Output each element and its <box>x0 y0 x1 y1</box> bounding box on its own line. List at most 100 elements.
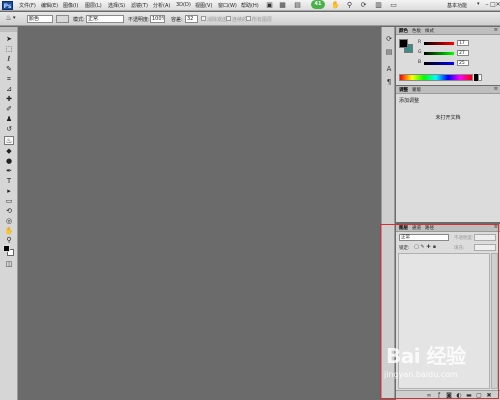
close-button[interactable]: ✕ <box>495 1 500 9</box>
paint-bucket-tool-icon[interactable]: ♨ <box>4 136 14 145</box>
brush-tool-icon[interactable]: ✐ <box>4 105 14 114</box>
menu-filter[interactable]: 滤镜(T) <box>131 2 148 9</box>
new-layer-icon[interactable]: ▢ <box>476 392 482 399</box>
3d-camera-tool-icon[interactable]: ◎ <box>4 217 14 226</box>
opacity-label: 不透明度: <box>128 17 150 23</box>
menu-file[interactable]: 文件(F) <box>19 2 36 9</box>
shape-tool-icon[interactable]: ▭ <box>4 197 14 206</box>
tool-preset-arrow[interactable]: ▾ <box>13 15 16 21</box>
layer-fill-input[interactable] <box>474 244 496 251</box>
lasso-tool-icon[interactable]: ℓ <box>4 55 14 64</box>
new-group-icon[interactable]: ▬ <box>466 392 472 399</box>
tab-masks[interactable]: 蒙版 <box>412 87 421 93</box>
panel-menu-icon[interactable]: ≡ <box>494 27 498 33</box>
type-tool-icon[interactable]: T <box>4 177 14 186</box>
clone-stamp-tool-icon[interactable]: ♟ <box>4 115 14 124</box>
arrange-documents-icon[interactable]: ▥ <box>374 1 383 10</box>
mode-label: 模式: <box>73 17 85 23</box>
marquee-tool-icon[interactable]: ⬚ <box>4 45 14 54</box>
hand-tool-icon[interactable]: ✋ <box>4 227 14 236</box>
zoom-tool-icon[interactable]: ⚲ <box>345 1 354 10</box>
delete-layer-icon[interactable]: ✖ <box>486 392 492 399</box>
fill-source-select[interactable]: 颜色 <box>27 15 53 23</box>
character-panel-icon[interactable]: A <box>384 65 394 74</box>
chevron-down-icon[interactable]: ▾ <box>477 1 480 7</box>
all-layers-checkbox[interactable] <box>246 16 251 21</box>
paint-bucket-icon[interactable]: ♨ <box>4 14 13 23</box>
zoom-tool-icon[interactable]: ⚲ <box>4 236 14 245</box>
menu-view[interactable]: 视图(V) <box>195 2 212 9</box>
menu-window[interactable]: 窗口(W) <box>218 2 237 9</box>
lock-transparency-icon[interactable]: ▢ <box>414 244 419 250</box>
dodge-tool-icon[interactable]: ● <box>4 157 14 166</box>
add-mask-icon[interactable]: ◙ <box>446 392 452 399</box>
mini-bridge-icon[interactable]: ▦ <box>278 1 287 10</box>
panel-menu-icon[interactable]: ≡ <box>494 86 498 92</box>
workspace-switcher[interactable]: 基本功能 <box>447 2 467 9</box>
channel-g-value[interactable]: 27 <box>457 50 469 56</box>
color-spectrum-bar[interactable] <box>399 74 473 81</box>
healing-brush-tool-icon[interactable]: ✚ <box>4 95 14 104</box>
tolerance-input[interactable]: 32 <box>185 15 198 23</box>
adjustment-layer-icon[interactable]: ◐ <box>456 392 462 399</box>
paragraph-panel-icon[interactable]: ¶ <box>384 78 394 87</box>
menu-analysis[interactable]: 分析(A) <box>153 2 170 9</box>
channel-g-slider[interactable] <box>424 52 454 55</box>
quick-select-tool-icon[interactable]: ✎ <box>4 65 14 74</box>
spectrum-white-swatch[interactable] <box>478 74 482 81</box>
quick-mask-icon[interactable]: ◫ <box>4 260 14 269</box>
pen-tool-icon[interactable]: ✒ <box>4 167 14 176</box>
tools-panel-header[interactable] <box>0 27 17 32</box>
opacity-input[interactable]: 100% <box>150 15 165 23</box>
lock-all-icon[interactable]: ▪ <box>432 244 437 250</box>
foreground-color-swatch[interactable] <box>3 245 10 252</box>
layer-style-icon[interactable]: ƒ <box>436 392 442 399</box>
menu-help[interactable]: 帮助(H) <box>241 2 259 9</box>
layers-list[interactable] <box>398 253 490 389</box>
channel-r-slider[interactable] <box>424 42 454 45</box>
tab-paths[interactable]: 路径 <box>425 225 434 231</box>
channel-r-value[interactable]: 17 <box>457 40 469 46</box>
tab-color[interactable]: 颜色 <box>399 28 408 34</box>
antialias-checkbox[interactable] <box>201 16 206 21</box>
layer-opacity-input[interactable] <box>474 234 496 241</box>
menu-select[interactable]: 选择(S) <box>108 2 125 9</box>
eyedropper-tool-icon[interactable]: ⊿ <box>4 85 14 94</box>
tab-adjustments[interactable]: 调整 <box>399 87 408 93</box>
bridge-icon[interactable]: ▣ <box>265 1 274 10</box>
tab-channels[interactable]: 通道 <box>412 225 421 231</box>
menu-edit[interactable]: 编辑(E) <box>41 2 58 9</box>
3d-rotate-tool-icon[interactable]: ⟲ <box>4 207 14 216</box>
lock-image-icon[interactable]: ✎ <box>420 244 425 250</box>
blend-mode-select[interactable]: 正常 <box>86 15 124 23</box>
screen-mode-icon[interactable]: ▭ <box>389 1 398 10</box>
channel-b-slider[interactable] <box>424 62 454 65</box>
tab-swatches[interactable]: 色板 <box>412 28 421 34</box>
menu-layer[interactable]: 图层(L) <box>85 2 102 9</box>
actions-panel-icon[interactable]: ▤ <box>384 48 394 57</box>
crop-tool-icon[interactable]: ⌗ <box>4 75 14 84</box>
path-select-tool-icon[interactable]: ▸ <box>4 187 14 196</box>
rotate-view-icon[interactable]: ⟳ <box>359 1 368 10</box>
menu-3d[interactable]: 3D(D) <box>176 2 191 8</box>
view-extras-icon[interactable]: ▤ <box>293 1 302 10</box>
move-tool-icon[interactable]: ➤ <box>4 35 14 44</box>
link-layers-icon[interactable]: ∞ <box>426 392 432 399</box>
panel-menu-icon[interactable]: ≡ <box>494 224 498 230</box>
history-panel-icon[interactable]: ⟳ <box>384 35 394 44</box>
layer-blend-mode-select[interactable]: 正常 <box>399 234 449 241</box>
pattern-swatch[interactable] <box>56 15 69 23</box>
layers-scrollbar[interactable] <box>491 253 498 389</box>
menu-image[interactable]: 图像(I) <box>63 2 78 9</box>
history-brush-tool-icon[interactable]: ↺ <box>4 125 14 134</box>
tab-styles[interactable]: 样式 <box>425 28 434 34</box>
hand-tool-icon[interactable]: ✋ <box>331 1 340 10</box>
add-adjustment-title: 添加调整 <box>399 98 420 104</box>
contiguous-checkbox[interactable] <box>226 16 231 21</box>
blur-tool-icon[interactable]: ◆ <box>4 147 14 156</box>
lock-position-icon[interactable]: ✚ <box>426 244 431 250</box>
tab-layers[interactable]: 图层 <box>399 225 408 231</box>
foreground-color-swatch[interactable] <box>399 39 408 48</box>
channel-b-value[interactable]: 25 <box>457 60 469 66</box>
tolerance-label: 容差: <box>171 17 183 23</box>
